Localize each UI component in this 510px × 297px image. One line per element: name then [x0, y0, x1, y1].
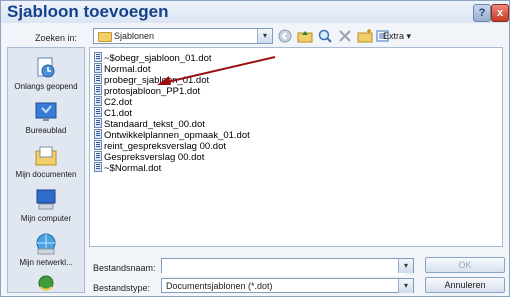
file-item[interactable]: ~$Normal.dot	[94, 162, 161, 174]
chevron-down-icon[interactable]: ▾	[398, 279, 413, 293]
place-my-documents[interactable]: Mijn documenten	[8, 144, 84, 179]
cancel-button[interactable]: Annuleren	[425, 277, 505, 293]
back-icon[interactable]	[277, 28, 293, 44]
help-button[interactable]: ?	[473, 4, 491, 22]
word-template-icon	[94, 129, 102, 139]
delete-icon[interactable]	[337, 28, 353, 44]
search-web-icon[interactable]	[317, 28, 333, 44]
extra-menu[interactable]: Extra ▾	[383, 31, 411, 42]
filetype-label: Bestandstype:	[93, 283, 151, 293]
chevron-down-icon[interactable]: ▾	[257, 29, 272, 43]
ok-button[interactable]: OK	[425, 257, 505, 273]
look-in-label: Zoeken in:	[35, 33, 78, 43]
place-recent[interactable]: Onlangs geopend	[8, 56, 84, 91]
word-template-icon	[94, 52, 102, 62]
word-template-icon	[94, 151, 102, 161]
place-label: Onlangs geopend	[14, 82, 78, 91]
chevron-down-icon[interactable]: ▾	[398, 259, 413, 273]
place-more[interactable]	[8, 272, 84, 296]
place-desktop[interactable]: Bureaublad	[8, 100, 84, 135]
look-in-dropdown[interactable]: Sjablonen ▾	[93, 28, 273, 44]
my-computer-icon	[33, 188, 59, 212]
desktop-icon	[33, 100, 59, 124]
place-label: Mijn documenten	[15, 170, 77, 179]
title-bar[interactable]: Sjabloon toevoegen ? x	[1, 1, 509, 23]
folder-icon	[98, 32, 112, 42]
annotation-arrow-icon	[157, 56, 276, 85]
word-template-icon	[94, 140, 102, 150]
word-template-icon	[94, 85, 102, 95]
place-network[interactable]: Mijn netwerkl...	[8, 232, 84, 267]
look-in-value: Sjablonen	[114, 31, 155, 41]
filename-label: Bestandsnaam:	[93, 263, 156, 273]
places-bar: Onlangs geopend Bureaublad Mijn document…	[7, 47, 85, 293]
word-template-icon	[94, 96, 102, 106]
my-documents-icon	[33, 144, 59, 168]
word-template-icon	[94, 107, 102, 117]
place-label: Bureaublad	[25, 126, 67, 135]
word-template-icon	[94, 74, 102, 84]
filetype-dropdown[interactable]: Documentsjablonen (*.dot) ▾	[161, 278, 414, 293]
place-my-computer[interactable]: Mijn computer	[8, 188, 84, 223]
web-folder-icon	[33, 272, 59, 296]
place-label: Mijn netwerkl...	[19, 258, 73, 267]
dialog-title: Sjabloon toevoegen	[7, 2, 169, 21]
word-template-icon	[94, 162, 102, 172]
add-template-dialog: Sjabloon toevoegen ? x Zoeken in: Sjablo…	[0, 0, 510, 297]
up-folder-icon[interactable]	[297, 28, 313, 44]
recent-documents-icon	[33, 56, 59, 80]
filename-field[interactable]: ▾	[161, 258, 414, 276]
word-template-icon	[94, 118, 102, 128]
network-places-icon	[33, 232, 59, 256]
filename-input[interactable]	[162, 262, 404, 276]
filetype-value: Documentsjablonen (*.dot)	[166, 281, 273, 291]
word-template-icon	[94, 63, 102, 73]
place-label: Mijn computer	[20, 214, 72, 223]
new-folder-icon[interactable]	[357, 28, 373, 44]
close-button[interactable]: x	[491, 4, 509, 22]
